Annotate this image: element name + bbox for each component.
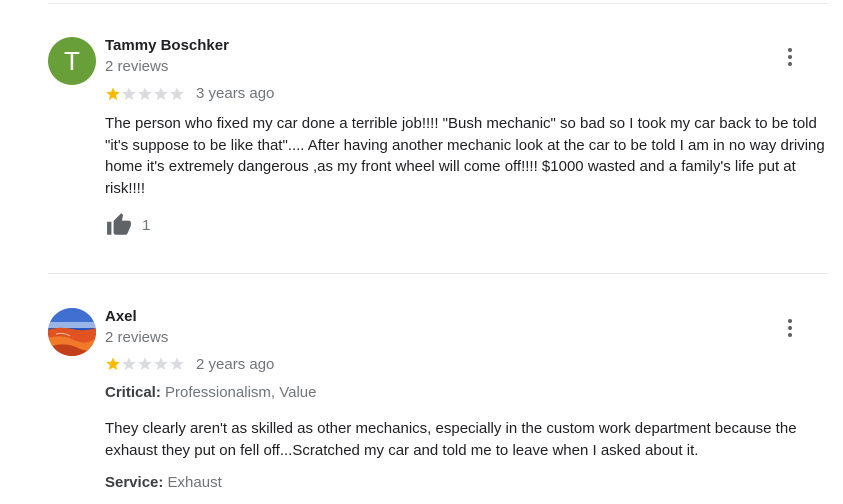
critical-value: Professionalism, Value <box>165 384 317 401</box>
more-vert-icon <box>788 48 792 52</box>
divider-top <box>48 3 828 4</box>
more-options-button[interactable] <box>780 45 800 69</box>
review-text: They clearly aren't as skilled as other … <box>105 420 797 459</box>
review-text: The person who fixed my car done a terri… <box>105 115 825 197</box>
like-count: 1 <box>142 216 151 234</box>
avatar[interactable] <box>48 308 96 356</box>
review-date: 3 years ago <box>196 85 275 102</box>
service-label: Service: <box>105 474 164 491</box>
more-vert-icon-dot <box>788 326 792 330</box>
star-filled-icon <box>106 87 120 100</box>
reviewer-review-count[interactable]: 2 reviews <box>105 329 168 346</box>
critical-attributes: Critical: Professionalism, Value <box>105 384 317 401</box>
reviewer-name[interactable]: Tammy Boschker <box>105 37 229 54</box>
star-empty-icon <box>138 357 152 370</box>
reviewer-review-count[interactable]: 2 reviews <box>105 58 168 75</box>
more-vert-icon-dot <box>788 55 792 59</box>
avatar-letter: T <box>48 37 96 85</box>
more-vert-icon <box>788 319 792 323</box>
star-empty-icon <box>170 357 184 370</box>
more-vert-icon-dot <box>788 62 792 66</box>
more-options-button[interactable] <box>780 316 800 340</box>
service-attribute: Service: Exhaust <box>105 474 222 491</box>
review-date: 2 years ago <box>196 356 275 373</box>
reviewer-name[interactable]: Axel <box>105 308 137 325</box>
star-empty-icon <box>170 87 184 100</box>
star-filled-icon <box>106 357 120 370</box>
divider <box>48 273 828 274</box>
star-rating <box>105 356 185 372</box>
avatar[interactable]: T <box>48 37 96 85</box>
avatar-photo <box>48 308 96 356</box>
star-empty-icon <box>122 87 136 100</box>
star-empty-icon <box>138 87 152 100</box>
star-empty-icon <box>154 357 168 370</box>
star-empty-icon <box>154 87 168 100</box>
service-value: Exhaust <box>167 474 222 491</box>
thumbs-up-icon <box>107 213 131 235</box>
more-vert-icon-dot <box>788 333 792 337</box>
star-empty-icon <box>122 357 136 370</box>
star-rating <box>105 86 185 102</box>
critical-label: Critical: <box>105 384 161 401</box>
like-button[interactable]: 1 <box>105 212 150 238</box>
